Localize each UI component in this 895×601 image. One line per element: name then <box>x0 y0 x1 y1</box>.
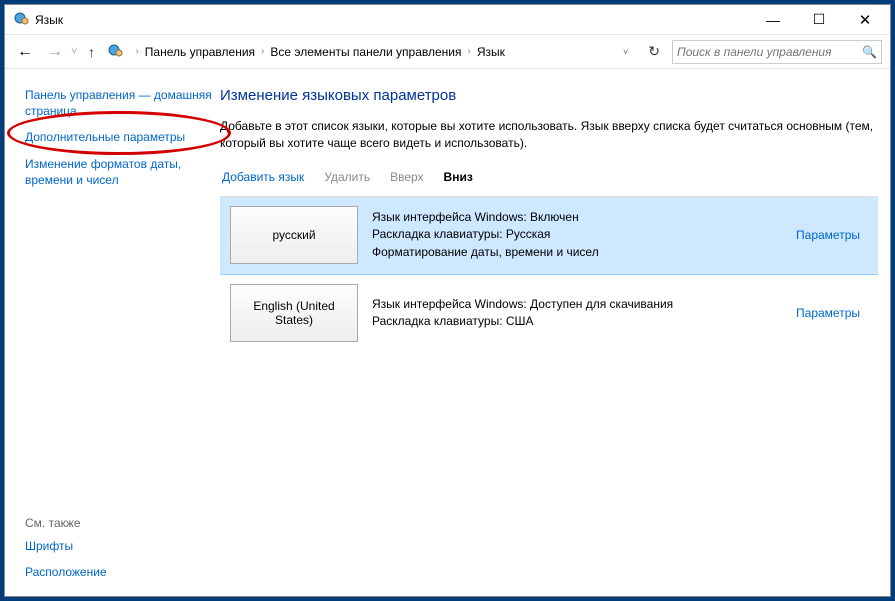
language-info-line: Язык интерфейса Windows: Доступен для ск… <box>372 296 782 313</box>
breadcrumb[interactable]: › Панель управления › Все элементы панел… <box>129 45 636 59</box>
sidebar-see-also: См. также <box>25 516 212 530</box>
page-title: Изменение языковых параметров <box>220 87 878 104</box>
language-info: Язык интерфейса Windows: Включен Расклад… <box>372 209 782 261</box>
history-dropdown-icon[interactable]: ˅ <box>71 46 77 58</box>
refresh-button[interactable]: ↻ <box>642 43 666 60</box>
sidebar-link-home[interactable]: Панель управления — домашняя страница <box>25 87 212 119</box>
move-down-button[interactable]: Вниз <box>444 170 473 184</box>
language-info-line: Раскладка клавиатуры: США <box>372 313 782 330</box>
language-tile: English (United States) <box>230 284 358 342</box>
forward-button[interactable]: → <box>43 40 67 64</box>
language-control-panel-window: Язык — ☐ ✕ ← → ˅ ↑ › Панель управления ›… <box>4 4 891 597</box>
language-options-link[interactable]: Параметры <box>796 306 868 320</box>
globe-person-icon <box>13 10 29 29</box>
chevron-right-icon: › <box>466 46 473 57</box>
search-icon[interactable]: 🔍 <box>862 45 877 59</box>
crumb-all-items[interactable]: Все элементы панели управления <box>270 45 461 59</box>
language-info: Язык интерфейса Windows: Доступен для ск… <box>372 296 782 331</box>
language-row[interactable]: русский Язык интерфейса Windows: Включен… <box>220 197 878 275</box>
crumb-control-panel[interactable]: Панель управления <box>145 45 255 59</box>
sidebar-link-fonts[interactable]: Шрифты <box>25 538 212 554</box>
chevron-down-icon[interactable]: ˅ <box>623 47 628 57</box>
sidebar-link-location[interactable]: Расположение <box>25 564 212 580</box>
add-language-button[interactable]: Добавить язык <box>222 170 304 184</box>
language-info-line: Язык интерфейса Windows: Включен <box>372 209 782 226</box>
language-tile: русский <box>230 206 358 264</box>
language-row[interactable]: English (United States) Язык интерфейса … <box>220 275 878 353</box>
back-button[interactable]: ← <box>13 40 37 64</box>
crumb-language[interactable]: Язык <box>477 45 505 59</box>
globe-person-icon <box>107 42 123 61</box>
search-box[interactable]: 🔍 <box>672 40 882 64</box>
page-description: Добавьте в этот список языки, которые вы… <box>220 118 878 152</box>
sidebar-link-formats[interactable]: Изменение форматов даты, времени и чисел <box>25 156 212 188</box>
window-title: Язык <box>35 13 750 27</box>
minimize-button[interactable]: — <box>750 5 796 35</box>
chevron-right-icon: › <box>259 46 266 57</box>
language-toolbar: Добавить язык Удалить Вверх Вниз <box>220 170 878 184</box>
chevron-right-icon: › <box>133 46 140 57</box>
remove-language-button[interactable]: Удалить <box>324 170 370 184</box>
close-button[interactable]: ✕ <box>842 5 888 35</box>
main-panel: Изменение языковых параметров Добавьте в… <box>220 69 890 596</box>
sidebar: Панель управления — домашняя страница До… <box>5 69 220 596</box>
navbar: ← → ˅ ↑ › Панель управления › Все элемен… <box>5 35 890 69</box>
language-options-link[interactable]: Параметры <box>796 228 868 242</box>
language-info-line: Форматирование даты, времени и чисел <box>372 244 782 261</box>
titlebar: Язык — ☐ ✕ <box>5 5 890 35</box>
language-info-line: Раскладка клавиатуры: Русская <box>372 226 782 243</box>
sidebar-link-advanced[interactable]: Дополнительные параметры <box>25 129 212 145</box>
move-up-button[interactable]: Вверх <box>390 170 423 184</box>
maximize-button[interactable]: ☐ <box>796 5 842 35</box>
language-list: русский Язык интерфейса Windows: Включен… <box>220 196 878 353</box>
up-button[interactable]: ↑ <box>81 44 101 60</box>
search-input[interactable] <box>677 45 862 59</box>
